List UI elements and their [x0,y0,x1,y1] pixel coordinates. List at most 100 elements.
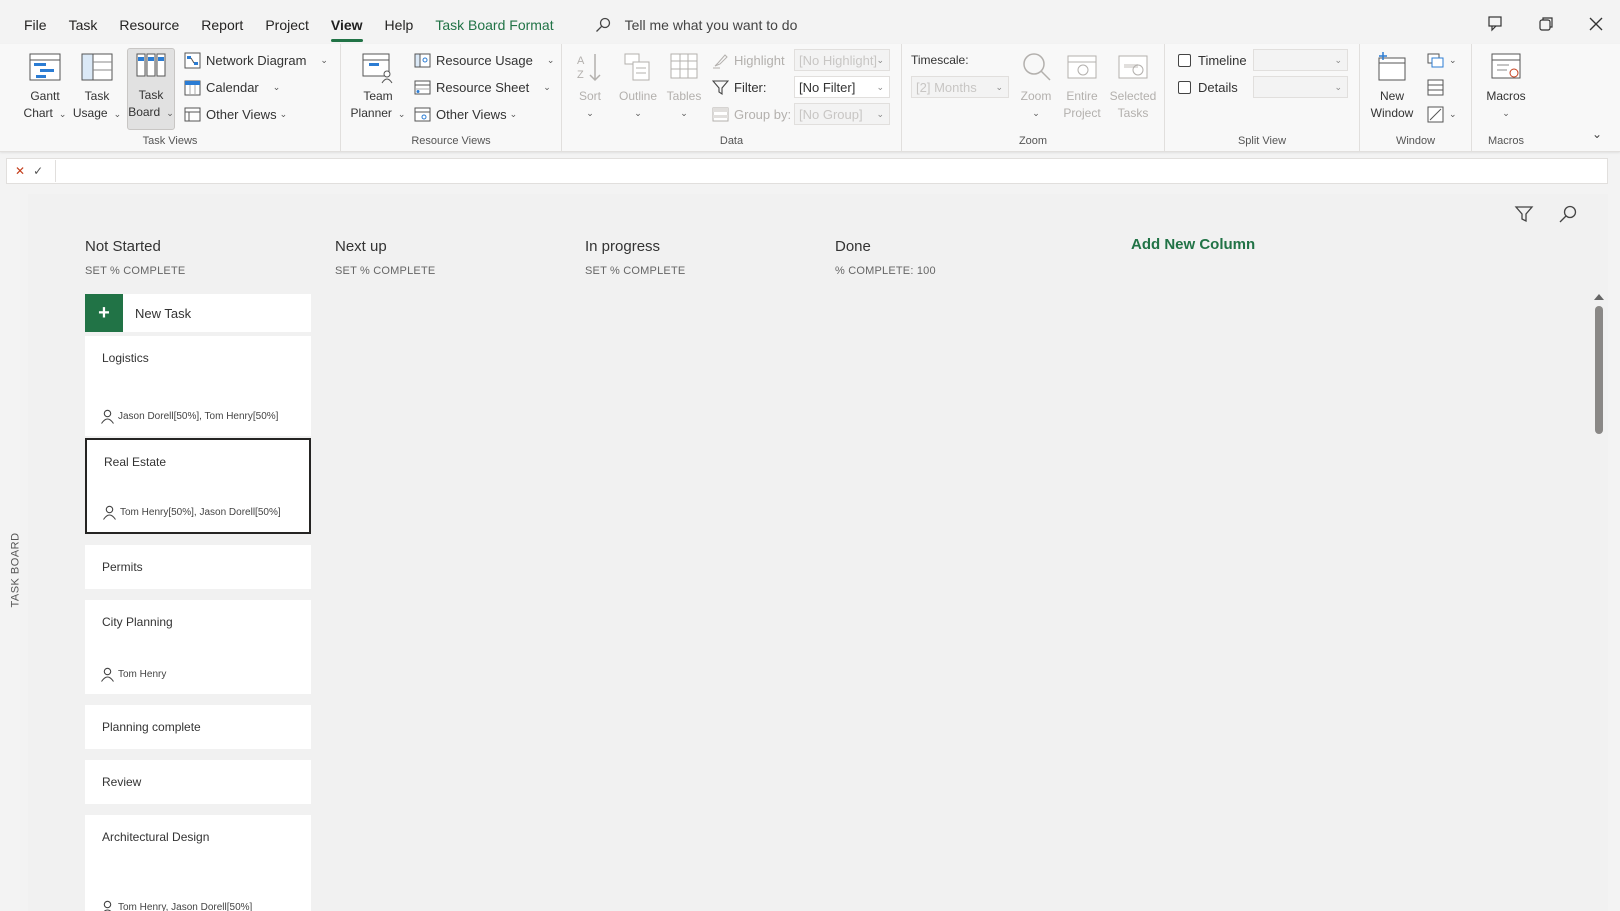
cancel-entry-icon[interactable]: ✕ [15,164,25,178]
menu-help[interactable]: Help [374,0,425,50]
team-planner-label-2-text: Planner [350,106,392,120]
filter-button[interactable]: Filter: [712,76,767,98]
group-by-value: [No Group] [799,106,863,122]
calendar-label: Calendar [206,79,259,95]
sort-button[interactable]: AZ Sort ⌄ [568,50,612,122]
hide-window-button[interactable]: ⌄ [1427,103,1457,125]
sort-label: Sort [578,89,601,103]
highlight-button[interactable]: Highlight [712,49,785,71]
other-views-resource-button[interactable]: Other Views ⌄ [414,103,517,125]
task-card[interactable]: Permits [85,545,311,589]
team-planner-button[interactable]: Team Planner ⌄ [351,50,405,123]
gantt-chart-button[interactable]: Gantt Chart ⌄ [23,50,67,123]
task-board-button[interactable]: Task Board ⌄ [127,48,175,130]
resource-usage-button[interactable]: Resource Usage ⌄ [414,49,554,71]
entire-project-label-1: Entire [1066,89,1098,103]
task-card[interactable]: Architectural Design Tom Henry, Jason Do… [85,815,311,911]
vertical-scrollbar[interactable] [1594,294,1604,911]
timeline-checkbox[interactable]: Timeline [1178,49,1247,71]
scrollbar-thumb[interactable] [1595,306,1603,434]
new-window-button[interactable]: New Window [1366,50,1418,122]
menu-project[interactable]: Project [254,0,320,50]
calendar-button[interactable]: Calendar ⌄ [184,76,280,98]
task-card-title: Permits [102,560,143,574]
other-resource-views-icon [414,107,431,121]
task-card-selected[interactable]: Real Estate Tom Henry[50%], Jason Dorell… [85,438,311,534]
network-diagram-button[interactable]: Network Diagram ⌄ [184,49,328,71]
group-zoom: Timescale: [2] Months ⌄ Zoom ⌄ Entire Pro… [902,44,1165,152]
person-icon [103,505,116,520]
group-by-button[interactable]: Group by: [712,103,791,125]
task-card[interactable]: City Planning Tom Henry [85,600,311,694]
menu-file[interactable]: File [13,0,58,50]
scroll-up-arrow-icon[interactable] [1594,294,1604,300]
outline-label: Outline [618,89,658,103]
task-board-icon [136,53,166,77]
collapse-ribbon-icon[interactable]: ⌄ [1592,127,1602,141]
task-card[interactable]: Logistics Jason Dorell[50%], Tom Henry[5… [85,336,311,436]
task-views-group-label: Task Views [142,135,198,147]
view-side-label-text: TASK BOARD [10,532,22,608]
column-subtitle[interactable]: SET % COMPLETE [85,265,185,277]
entry-input[interactable] [56,159,1607,183]
outline-button[interactable]: Outline ⌄ [616,50,660,122]
column-subtitle[interactable]: SET % COMPLETE [585,265,685,277]
tables-icon [670,53,698,79]
group-by-select[interactable]: [No Group] ⌄ [794,103,890,125]
timeline-check-box[interactable] [1178,53,1191,67]
details-checkbox[interactable]: Details [1178,76,1238,98]
menu-task[interactable]: Task [58,0,109,50]
arrange-all-button[interactable] [1427,76,1449,98]
add-new-column-button[interactable]: Add New Column [1131,236,1255,253]
restore-icon[interactable] [1536,14,1556,34]
filter-select[interactable]: [No Filter] ⌄ [794,76,890,98]
details-check-box[interactable] [1178,80,1191,94]
selected-tasks-button[interactable]: Selected Tasks [1108,50,1158,122]
person-icon [101,409,114,424]
menu-report[interactable]: Report [190,0,254,50]
group-by-label: Group by: [734,106,792,122]
task-usage-button[interactable]: Task Usage ⌄ [73,50,121,123]
column-header-not-started[interactable]: Not Started SET % COMPLETE [85,238,185,277]
entire-project-button[interactable]: Entire Project [1060,50,1104,122]
resource-sheet-button[interactable]: Resource Sheet ⌄ [414,76,551,98]
confirm-entry-icon[interactable]: ✓ [33,164,43,178]
task-card[interactable]: Review [85,760,311,804]
details-label: Details [1198,79,1238,95]
other-views-task-button[interactable]: Other Views ⌄ [184,103,287,125]
task-card[interactable]: Planning complete [85,705,311,749]
data-group-label: Data [719,135,744,147]
selected-tasks-label-1: Selected [1109,89,1157,103]
task-board-label-2-text: Board [128,105,161,119]
column-header-done[interactable]: Done % COMPLETE: 100 [835,238,936,277]
column-title: Done [835,238,871,255]
zoom-button[interactable]: Zoom ⌄ [1014,50,1058,122]
hide-window-icon [1427,106,1444,122]
column-header-in-progress[interactable]: In progress SET % COMPLETE [585,238,685,277]
column-subtitle[interactable]: SET % COMPLETE [335,265,435,277]
task-card-resources: Jason Dorell[50%], Tom Henry[50%] [100,409,278,424]
timescale-select[interactable]: [2] Months ⌄ [911,76,1009,98]
menu-view[interactable]: View [320,0,374,50]
column-header-next-up[interactable]: Next up SET % COMPLETE [335,238,435,277]
switch-windows-button[interactable]: ⌄ [1427,49,1457,71]
feedback-icon[interactable] [1486,14,1506,34]
filter-icon[interactable] [1514,204,1534,224]
tables-button[interactable]: Tables ⌄ [662,50,706,122]
task-card-resources: Tom Henry[50%], Jason Dorell[50%] [102,505,281,520]
tell-me-search[interactable]: Tell me what you want to do [595,17,797,33]
menu-resource[interactable]: Resource [108,0,190,50]
close-icon[interactable] [1586,14,1606,34]
plus-icon: + [85,294,123,332]
search-icon[interactable] [1558,204,1578,224]
highlight-select[interactable]: [No Highlight] ⌄ [794,49,890,71]
details-select[interactable]: ⌄ [1253,76,1348,98]
task-card-resources: Tom Henry [100,667,166,682]
timeline-select[interactable]: ⌄ [1253,49,1348,71]
column-subtitle[interactable]: % COMPLETE: 100 [835,265,936,277]
macros-button[interactable]: Macros ⌄ [1484,50,1528,122]
outline-caret: ⌄ [634,108,642,118]
menu-task-board-format[interactable]: Task Board Format [424,0,564,50]
new-task-button[interactable]: + New Task [85,294,311,332]
task-usage-label-1: Task [84,89,110,103]
